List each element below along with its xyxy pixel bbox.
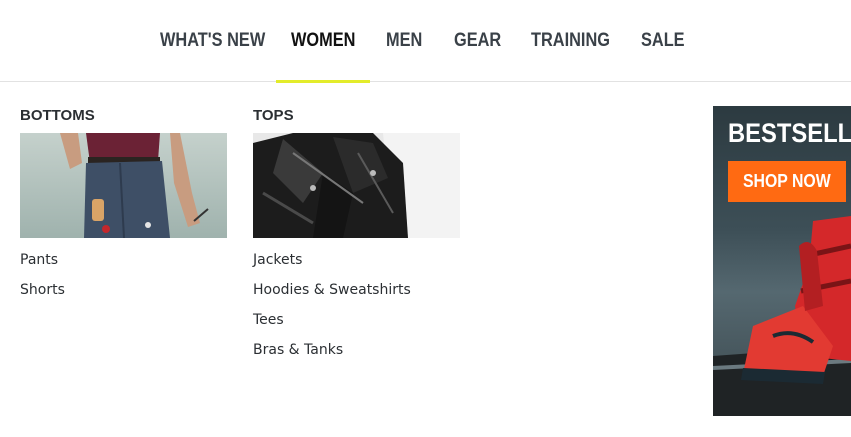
shop-now-label: SHOP NOW — [743, 171, 831, 191]
nav-item-sale[interactable]: SALE — [641, 28, 685, 54]
promo-title: BESTSELL — [728, 118, 851, 148]
link-bras-tanks[interactable]: Bras & Tanks — [253, 340, 343, 360]
nav-item-training[interactable]: TRAINING — [531, 28, 610, 54]
nav-item-gear[interactable]: GEAR — [454, 28, 501, 54]
active-nav-indicator — [276, 80, 370, 83]
tops-image[interactable] — [253, 133, 460, 238]
nav-item-whats-new[interactable]: WHAT'S NEW — [160, 28, 265, 54]
red-sneakers-image — [713, 216, 851, 416]
bottoms-heading[interactable]: BOTTOMS — [20, 106, 95, 126]
shop-now-button[interactable]: SHOP NOW — [728, 161, 846, 202]
link-jackets[interactable]: Jackets — [253, 250, 302, 270]
nav-item-men[interactable]: MEN — [386, 28, 422, 54]
link-tees[interactable]: Tees — [253, 310, 284, 330]
link-pants[interactable]: Pants — [20, 250, 58, 270]
main-navigation: WHAT'S NEW WOMEN MEN GEAR TRAINING SALE — [0, 0, 851, 82]
bottoms-image[interactable] — [20, 133, 227, 238]
link-hoodies-sweatshirts[interactable]: Hoodies & Sweatshirts — [253, 280, 411, 300]
bestsellers-promo[interactable]: BESTSELL SHOP NOW — [713, 106, 851, 416]
tops-heading[interactable]: TOPS — [253, 106, 294, 126]
link-shorts[interactable]: Shorts — [20, 280, 65, 300]
nav-item-women[interactable]: WOMEN — [291, 28, 355, 54]
